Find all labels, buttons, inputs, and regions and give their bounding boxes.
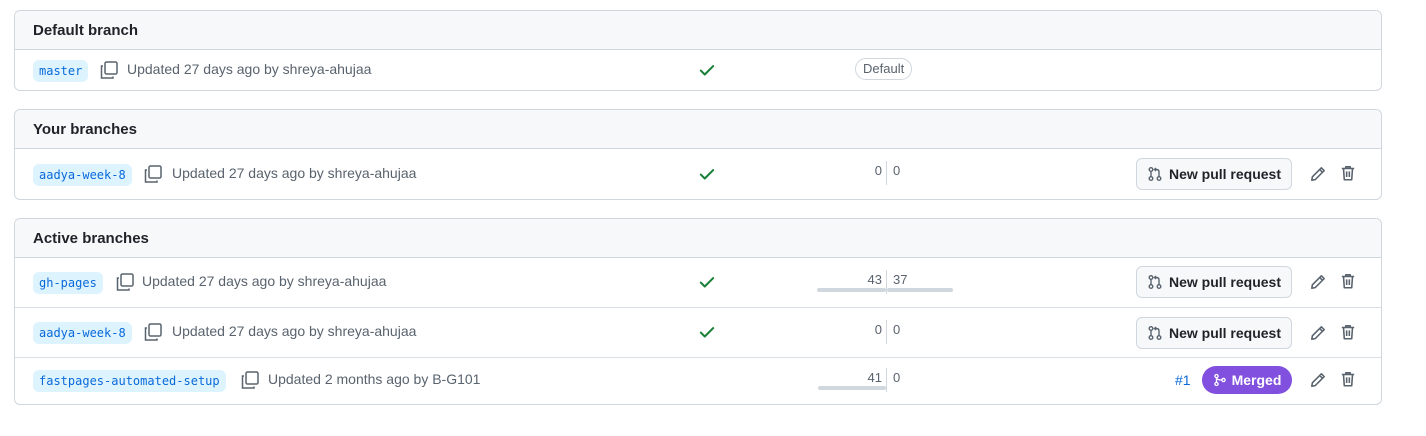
- merged-badge[interactable]: Merged: [1202, 366, 1292, 394]
- ahead-count: 0: [893, 322, 901, 337]
- check-icon[interactable]: [698, 273, 716, 291]
- default-branch-box: Default branch master Updated 27 days ag…: [14, 10, 1382, 91]
- check-icon[interactable]: [698, 165, 716, 183]
- behind-count: 0: [874, 322, 882, 337]
- branch-name-link[interactable]: gh-pages: [33, 272, 103, 294]
- behind-count: 43: [867, 272, 882, 287]
- copy-icon[interactable]: [240, 370, 260, 390]
- updated-text: Updated 27 days ago by shreya-ahujaa: [172, 323, 417, 339]
- section-title: Active branches: [33, 229, 149, 247]
- ahead-behind-divider: [886, 161, 887, 185]
- section-title: Your branches: [33, 120, 137, 138]
- new-pull-request-button[interactable]: New pull request: [1136, 317, 1292, 349]
- copy-icon[interactable]: [115, 272, 135, 292]
- git-pull-request-icon: [1148, 275, 1162, 289]
- git-pull-request-icon: [1148, 167, 1162, 181]
- git-merge-icon: [1213, 373, 1226, 387]
- ahead-behind-divider: [886, 320, 887, 344]
- branch-row: aadya-week-8 Updated 27 days ago by shre…: [15, 149, 1381, 199]
- updated-text: Updated 27 days ago by shreya-ahujaa: [142, 273, 387, 289]
- new-pull-request-label: New pull request: [1168, 325, 1282, 341]
- pencil-icon[interactable]: [1309, 165, 1327, 183]
- ahead-bar: [887, 288, 953, 292]
- trash-icon[interactable]: [1339, 370, 1357, 388]
- new-pull-request-label: New pull request: [1168, 274, 1282, 290]
- your-branches-box: Your branches aadya-week-8 Updated 27 da…: [14, 109, 1382, 200]
- section-title: Default branch: [33, 21, 139, 39]
- merged-label: Merged: [1231, 372, 1282, 388]
- pencil-icon[interactable]: [1309, 273, 1327, 291]
- new-pull-request-button[interactable]: New pull request: [1136, 266, 1292, 298]
- trash-icon[interactable]: [1339, 323, 1357, 341]
- updated-text: Updated 2 months ago by B-G101: [268, 371, 481, 387]
- branch-row: gh-pages Updated 27 days ago by shreya-a…: [15, 258, 1381, 307]
- branch-name-link[interactable]: master: [33, 60, 89, 82]
- pencil-icon[interactable]: [1309, 371, 1327, 389]
- active-branches-header: Active branches: [15, 219, 1381, 258]
- pencil-icon[interactable]: [1309, 324, 1327, 342]
- behind-count: 41: [867, 370, 882, 385]
- git-pull-request-icon: [1148, 326, 1162, 340]
- active-branches-box: Active branches gh-pages Updated 27 days…: [14, 218, 1382, 405]
- behind-bar: [817, 288, 886, 292]
- trash-icon[interactable]: [1339, 272, 1357, 290]
- branch-name-link[interactable]: aadya-week-8: [33, 164, 132, 186]
- branch-row: aadya-week-8 Updated 27 days ago by shre…: [15, 307, 1381, 357]
- behind-count: 0: [874, 163, 882, 178]
- behind-bar: [818, 386, 886, 390]
- branch-name-link[interactable]: aadya-week-8: [33, 322, 132, 344]
- branch-row: fastpages-automated-setup Updated 2 mont…: [15, 357, 1381, 403]
- default-badge: Default: [855, 58, 913, 80]
- your-branches-header: Your branches: [15, 110, 1381, 149]
- new-pull-request-button[interactable]: New pull request: [1136, 158, 1292, 190]
- new-pull-request-label: New pull request: [1168, 166, 1282, 182]
- ahead-behind-divider: [886, 368, 887, 392]
- pull-request-number-link[interactable]: #1: [1175, 370, 1191, 390]
- default-branch-header: Default branch: [15, 11, 1381, 50]
- branch-row: master Updated 27 days ago by shreya-ahu…: [15, 50, 1381, 90]
- check-icon[interactable]: [698, 61, 716, 79]
- ahead-count: 0: [893, 163, 901, 178]
- updated-text: Updated 27 days ago by shreya-ahujaa: [172, 165, 417, 181]
- ahead-count: 37: [893, 272, 908, 287]
- ahead-count: 0: [893, 370, 901, 385]
- branch-name-link[interactable]: fastpages-automated-setup: [33, 370, 226, 392]
- copy-icon[interactable]: [143, 322, 163, 342]
- check-icon[interactable]: [698, 323, 716, 341]
- copy-icon[interactable]: [99, 60, 119, 80]
- copy-icon[interactable]: [143, 164, 163, 184]
- updated-text: Updated 27 days ago by shreya-ahujaa: [127, 61, 372, 77]
- trash-icon[interactable]: [1339, 164, 1357, 182]
